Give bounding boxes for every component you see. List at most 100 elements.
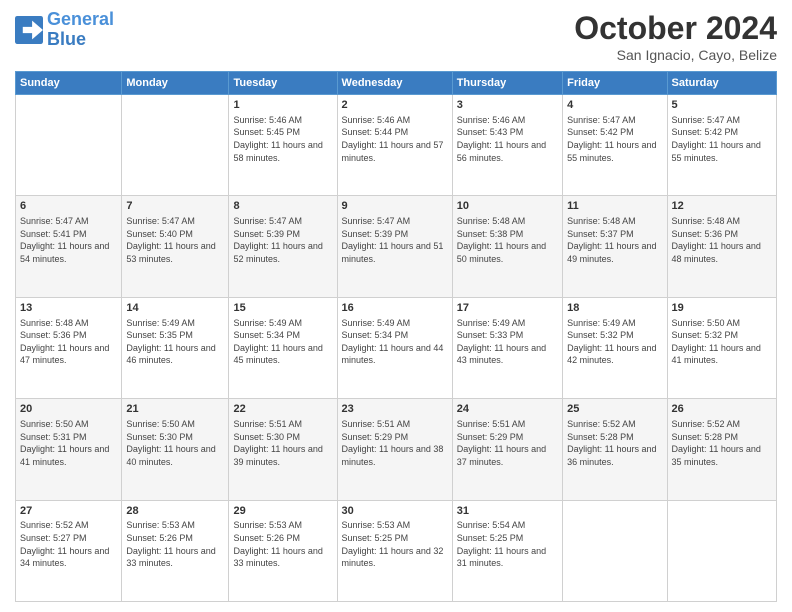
calendar-cell-1-2: 8Sunrise: 5:47 AMSunset: 5:39 PMDaylight… (229, 196, 337, 297)
calendar-cell-4-3: 30Sunrise: 5:53 AMSunset: 5:25 PMDayligh… (337, 500, 452, 601)
day-number: 25 (567, 402, 662, 417)
calendar-cell-4-2: 29Sunrise: 5:53 AMSunset: 5:26 PMDayligh… (229, 500, 337, 601)
logo: General Blue (15, 10, 114, 50)
calendar-cell-0-2: 1Sunrise: 5:46 AMSunset: 5:45 PMDaylight… (229, 95, 337, 196)
day-number: 17 (457, 301, 558, 316)
header: General Blue October 2024 San Ignacio, C… (15, 10, 777, 63)
day-number: 24 (457, 402, 558, 417)
cell-content: Sunrise: 5:47 AMSunset: 5:39 PMDaylight:… (342, 215, 448, 265)
cell-content: Sunrise: 5:48 AMSunset: 5:38 PMDaylight:… (457, 215, 558, 265)
calendar-table: Sunday Monday Tuesday Wednesday Thursday… (15, 71, 777, 602)
logo-line1: General (47, 9, 114, 29)
calendar-week-0: 1Sunrise: 5:46 AMSunset: 5:45 PMDaylight… (16, 95, 777, 196)
col-thursday: Thursday (452, 72, 562, 95)
day-number: 28 (126, 504, 224, 519)
calendar-cell-1-6: 12Sunrise: 5:48 AMSunset: 5:36 PMDayligh… (667, 196, 776, 297)
calendar-cell-0-5: 4Sunrise: 5:47 AMSunset: 5:42 PMDaylight… (563, 95, 667, 196)
cell-content: Sunrise: 5:49 AMSunset: 5:35 PMDaylight:… (126, 317, 224, 367)
cell-content: Sunrise: 5:46 AMSunset: 5:45 PMDaylight:… (233, 114, 332, 164)
calendar-cell-1-4: 10Sunrise: 5:48 AMSunset: 5:38 PMDayligh… (452, 196, 562, 297)
day-number: 4 (567, 98, 662, 113)
day-number: 6 (20, 199, 117, 214)
calendar-cell-0-1 (122, 95, 229, 196)
cell-content: Sunrise: 5:46 AMSunset: 5:43 PMDaylight:… (457, 114, 558, 164)
day-number: 29 (233, 504, 332, 519)
cell-content: Sunrise: 5:53 AMSunset: 5:26 PMDaylight:… (233, 519, 332, 569)
cell-content: Sunrise: 5:50 AMSunset: 5:32 PMDaylight:… (672, 317, 772, 367)
day-number: 14 (126, 301, 224, 316)
calendar-cell-3-3: 23Sunrise: 5:51 AMSunset: 5:29 PMDayligh… (337, 399, 452, 500)
cell-content: Sunrise: 5:53 AMSunset: 5:26 PMDaylight:… (126, 519, 224, 569)
cell-content: Sunrise: 5:51 AMSunset: 5:30 PMDaylight:… (233, 418, 332, 468)
calendar-week-2: 13Sunrise: 5:48 AMSunset: 5:36 PMDayligh… (16, 297, 777, 398)
page: General Blue October 2024 San Ignacio, C… (0, 0, 792, 612)
calendar-cell-2-1: 14Sunrise: 5:49 AMSunset: 5:35 PMDayligh… (122, 297, 229, 398)
logo-line2: Blue (47, 29, 86, 49)
cell-content: Sunrise: 5:49 AMSunset: 5:34 PMDaylight:… (233, 317, 332, 367)
calendar-week-3: 20Sunrise: 5:50 AMSunset: 5:31 PMDayligh… (16, 399, 777, 500)
calendar-cell-1-1: 7Sunrise: 5:47 AMSunset: 5:40 PMDaylight… (122, 196, 229, 297)
calendar-cell-1-0: 6Sunrise: 5:47 AMSunset: 5:41 PMDaylight… (16, 196, 122, 297)
calendar-cell-0-4: 3Sunrise: 5:46 AMSunset: 5:43 PMDaylight… (452, 95, 562, 196)
cell-content: Sunrise: 5:52 AMSunset: 5:28 PMDaylight:… (672, 418, 772, 468)
calendar-cell-4-1: 28Sunrise: 5:53 AMSunset: 5:26 PMDayligh… (122, 500, 229, 601)
calendar-cell-3-2: 22Sunrise: 5:51 AMSunset: 5:30 PMDayligh… (229, 399, 337, 500)
day-number: 30 (342, 504, 448, 519)
day-number: 8 (233, 199, 332, 214)
day-number: 9 (342, 199, 448, 214)
calendar-cell-2-3: 16Sunrise: 5:49 AMSunset: 5:34 PMDayligh… (337, 297, 452, 398)
cell-content: Sunrise: 5:47 AMSunset: 5:42 PMDaylight:… (672, 114, 772, 164)
cell-content: Sunrise: 5:50 AMSunset: 5:30 PMDaylight:… (126, 418, 224, 468)
cell-content: Sunrise: 5:47 AMSunset: 5:40 PMDaylight:… (126, 215, 224, 265)
day-number: 5 (672, 98, 772, 113)
calendar-cell-4-4: 31Sunrise: 5:54 AMSunset: 5:25 PMDayligh… (452, 500, 562, 601)
day-number: 19 (672, 301, 772, 316)
title-block: October 2024 San Ignacio, Cayo, Belize (574, 10, 777, 63)
calendar-cell-1-3: 9Sunrise: 5:47 AMSunset: 5:39 PMDaylight… (337, 196, 452, 297)
day-number: 11 (567, 199, 662, 214)
calendar-cell-1-5: 11Sunrise: 5:48 AMSunset: 5:37 PMDayligh… (563, 196, 667, 297)
logo-text: General Blue (47, 10, 114, 50)
day-number: 7 (126, 199, 224, 214)
calendar-cell-0-6: 5Sunrise: 5:47 AMSunset: 5:42 PMDaylight… (667, 95, 776, 196)
col-monday: Monday (122, 72, 229, 95)
calendar-cell-3-4: 24Sunrise: 5:51 AMSunset: 5:29 PMDayligh… (452, 399, 562, 500)
header-row: Sunday Monday Tuesday Wednesday Thursday… (16, 72, 777, 95)
calendar-cell-3-5: 25Sunrise: 5:52 AMSunset: 5:28 PMDayligh… (563, 399, 667, 500)
day-number: 16 (342, 301, 448, 316)
calendar-cell-3-1: 21Sunrise: 5:50 AMSunset: 5:30 PMDayligh… (122, 399, 229, 500)
col-friday: Friday (563, 72, 667, 95)
cell-content: Sunrise: 5:47 AMSunset: 5:39 PMDaylight:… (233, 215, 332, 265)
col-sunday: Sunday (16, 72, 122, 95)
day-number: 12 (672, 199, 772, 214)
day-number: 20 (20, 402, 117, 417)
cell-content: Sunrise: 5:49 AMSunset: 5:34 PMDaylight:… (342, 317, 448, 367)
calendar-week-4: 27Sunrise: 5:52 AMSunset: 5:27 PMDayligh… (16, 500, 777, 601)
cell-content: Sunrise: 5:52 AMSunset: 5:28 PMDaylight:… (567, 418, 662, 468)
cell-content: Sunrise: 5:48 AMSunset: 5:37 PMDaylight:… (567, 215, 662, 265)
calendar-cell-3-6: 26Sunrise: 5:52 AMSunset: 5:28 PMDayligh… (667, 399, 776, 500)
day-number: 26 (672, 402, 772, 417)
cell-content: Sunrise: 5:50 AMSunset: 5:31 PMDaylight:… (20, 418, 117, 468)
day-number: 18 (567, 301, 662, 316)
day-number: 23 (342, 402, 448, 417)
cell-content: Sunrise: 5:48 AMSunset: 5:36 PMDaylight:… (672, 215, 772, 265)
subtitle: San Ignacio, Cayo, Belize (574, 47, 777, 63)
day-number: 10 (457, 199, 558, 214)
calendar-cell-2-5: 18Sunrise: 5:49 AMSunset: 5:32 PMDayligh… (563, 297, 667, 398)
day-number: 3 (457, 98, 558, 113)
col-wednesday: Wednesday (337, 72, 452, 95)
calendar-cell-2-6: 19Sunrise: 5:50 AMSunset: 5:32 PMDayligh… (667, 297, 776, 398)
calendar-cell-3-0: 20Sunrise: 5:50 AMSunset: 5:31 PMDayligh… (16, 399, 122, 500)
calendar-cell-4-6 (667, 500, 776, 601)
cell-content: Sunrise: 5:54 AMSunset: 5:25 PMDaylight:… (457, 519, 558, 569)
cell-content: Sunrise: 5:47 AMSunset: 5:42 PMDaylight:… (567, 114, 662, 164)
cell-content: Sunrise: 5:47 AMSunset: 5:41 PMDaylight:… (20, 215, 117, 265)
cell-content: Sunrise: 5:49 AMSunset: 5:33 PMDaylight:… (457, 317, 558, 367)
calendar-cell-0-3: 2Sunrise: 5:46 AMSunset: 5:44 PMDaylight… (337, 95, 452, 196)
calendar-cell-2-0: 13Sunrise: 5:48 AMSunset: 5:36 PMDayligh… (16, 297, 122, 398)
cell-content: Sunrise: 5:51 AMSunset: 5:29 PMDaylight:… (342, 418, 448, 468)
day-number: 15 (233, 301, 332, 316)
calendar-cell-4-0: 27Sunrise: 5:52 AMSunset: 5:27 PMDayligh… (16, 500, 122, 601)
day-number: 31 (457, 504, 558, 519)
